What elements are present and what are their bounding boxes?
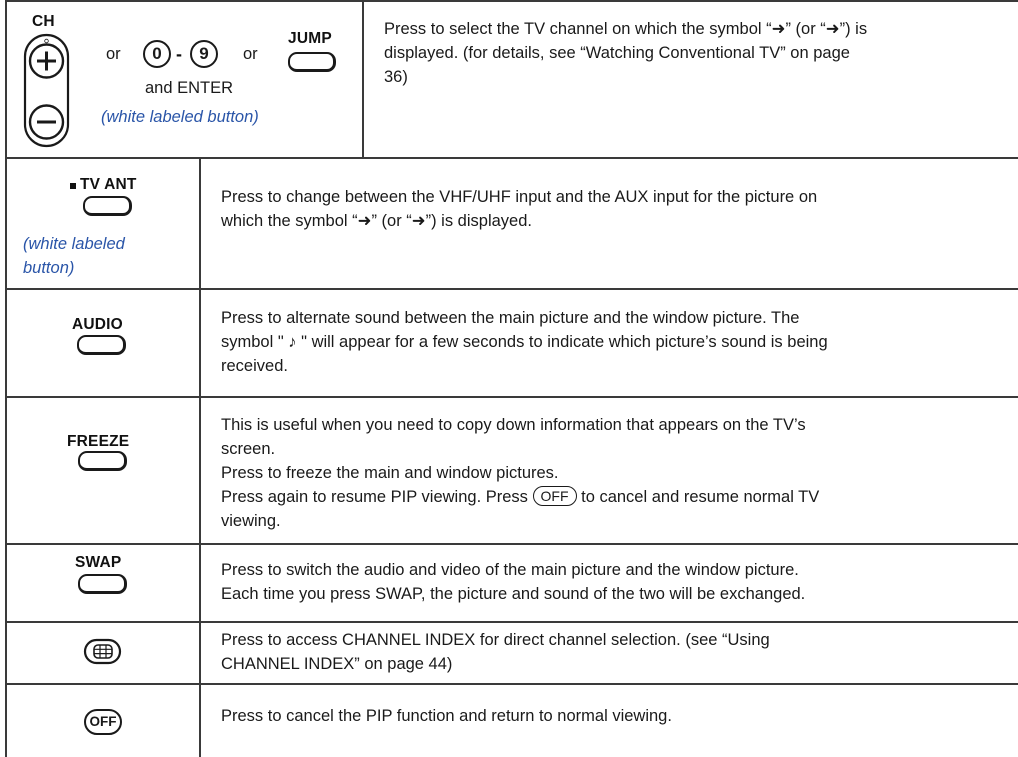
audio-label: AUDIO	[72, 316, 123, 333]
swap-label: SWAP	[75, 554, 122, 571]
audio-button[interactable]	[77, 335, 126, 355]
table-top-border	[5, 0, 1018, 2]
row1-divider	[5, 157, 1018, 159]
jump-button[interactable]	[288, 52, 336, 72]
tv-ant-description: Press to change between the VHF/UHF inpu…	[221, 188, 818, 230]
freeze-label: FREEZE	[67, 433, 130, 450]
row2-divider	[5, 288, 1018, 290]
channel-index-description: Press to access CHANNEL INDEX for direct…	[221, 631, 770, 673]
column-divider	[199, 158, 201, 757]
freeze-description: This is useful when you need to copy dow…	[221, 416, 820, 530]
freeze-button[interactable]	[78, 451, 127, 471]
row6-divider	[5, 683, 1018, 685]
row5-divider	[5, 621, 1018, 623]
enter-label: and ENTER	[145, 79, 234, 97]
tv-ant-label: TV ANT	[80, 176, 137, 193]
audio-description: Press to alternate sound between the mai…	[221, 309, 828, 375]
digit-0-button[interactable]: 0	[143, 40, 171, 68]
ch-label: CH	[32, 13, 55, 30]
square-marker-icon	[70, 183, 76, 189]
channel-index-icon[interactable]	[83, 638, 123, 666]
or-label-1: or	[106, 45, 121, 63]
tv-ant-note: (white labeled button)	[23, 235, 125, 277]
jump-label: JUMP	[288, 30, 332, 47]
off-inline-button: OFF	[532, 486, 577, 506]
channel-select-description: Press to select the TV channel on which …	[384, 20, 868, 86]
or-label-2: or	[243, 45, 258, 63]
row3-divider	[5, 396, 1018, 398]
tv-ant-button[interactable]	[83, 196, 132, 216]
digit-9-button[interactable]: 9	[190, 40, 218, 68]
row4-divider	[5, 543, 1018, 545]
off-description: Press to cancel the PIP function and ret…	[221, 707, 672, 725]
digit-dash: -	[176, 44, 183, 64]
swap-description: Press to switch the audio and video of t…	[221, 561, 806, 603]
white-labeled-note: (white labeled button)	[101, 108, 259, 126]
off-button[interactable]: OFF	[84, 709, 122, 735]
ch-rocker-button[interactable]	[22, 32, 72, 150]
table-left-border	[5, 0, 7, 757]
row1-column-divider	[362, 0, 364, 158]
swap-button[interactable]	[78, 574, 127, 594]
